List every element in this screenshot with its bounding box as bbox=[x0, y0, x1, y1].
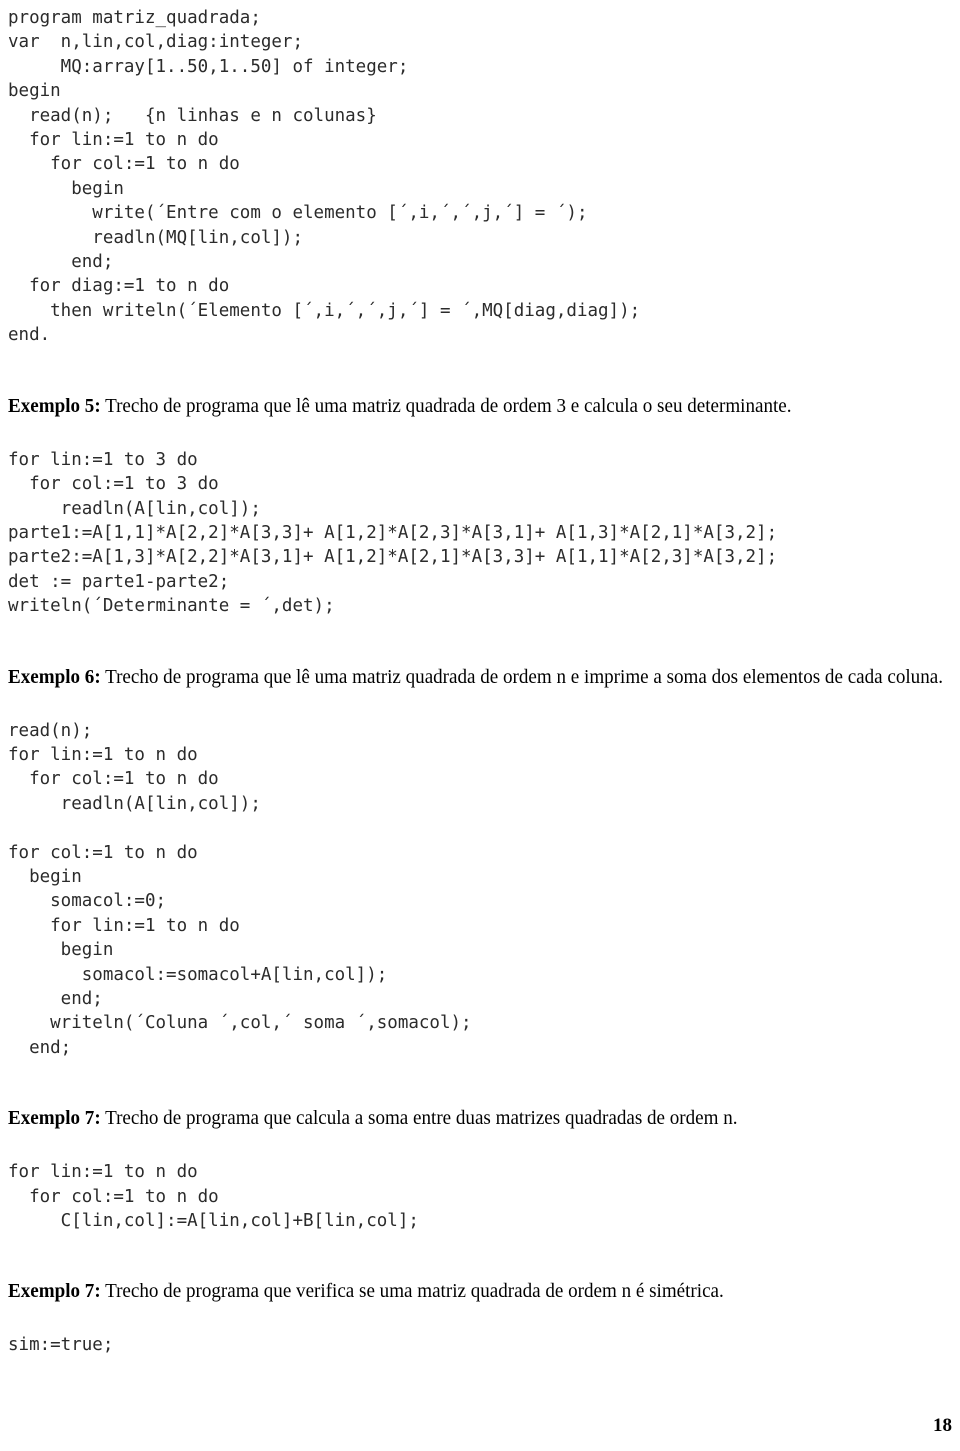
page-number: 18 bbox=[933, 1415, 952, 1436]
heading-exemplo-7-simetrica: Exemplo 7: Trecho de programa que verifi… bbox=[8, 1277, 952, 1305]
code-block-determinante: for lin:=1 to 3 do for col:=1 to 3 do re… bbox=[8, 449, 778, 617]
heading-exemplo-5-text: Trecho de programa que lê uma matriz qua… bbox=[100, 394, 792, 417]
code-block-simetrica: sim:=true; bbox=[8, 1335, 114, 1356]
page-content: program matriz_quadrada; var n,lin,col,d… bbox=[8, 6, 952, 1358]
document-page: program matriz_quadrada; var n,lin,col,d… bbox=[0, 0, 960, 1451]
heading-exemplo-7a-label: Exemplo 7: bbox=[8, 1107, 101, 1130]
heading-exemplo-7b-label: Exemplo 7: bbox=[8, 1280, 101, 1303]
heading-exemplo-5-label: Exemplo 5: bbox=[8, 394, 101, 417]
heading-exemplo-6-text: Trecho de programa que lê uma matriz qua… bbox=[100, 665, 943, 688]
code-block-soma-matrizes: for lin:=1 to n do for col:=1 to n do C[… bbox=[8, 1162, 419, 1232]
heading-exemplo-6-label: Exemplo 6: bbox=[8, 665, 101, 688]
heading-exemplo-7a-text: Trecho de programa que calcula a soma en… bbox=[100, 1107, 738, 1130]
heading-exemplo-5: Exemplo 5: Trecho de programa que lê uma… bbox=[8, 392, 952, 420]
heading-exemplo-6: Exemplo 6: Trecho de programa que lê uma… bbox=[8, 663, 952, 691]
code-block-soma-colunas: read(n); for lin:=1 to n do for col:=1 t… bbox=[8, 720, 472, 1058]
code-block-pascal-matriz-quadrada: program matriz_quadrada; var n,lin,col,d… bbox=[8, 8, 641, 346]
heading-exemplo-7b-text: Trecho de programa que verifica se uma m… bbox=[100, 1280, 724, 1303]
heading-exemplo-7-soma-matrizes: Exemplo 7: Trecho de programa que calcul… bbox=[8, 1104, 952, 1132]
